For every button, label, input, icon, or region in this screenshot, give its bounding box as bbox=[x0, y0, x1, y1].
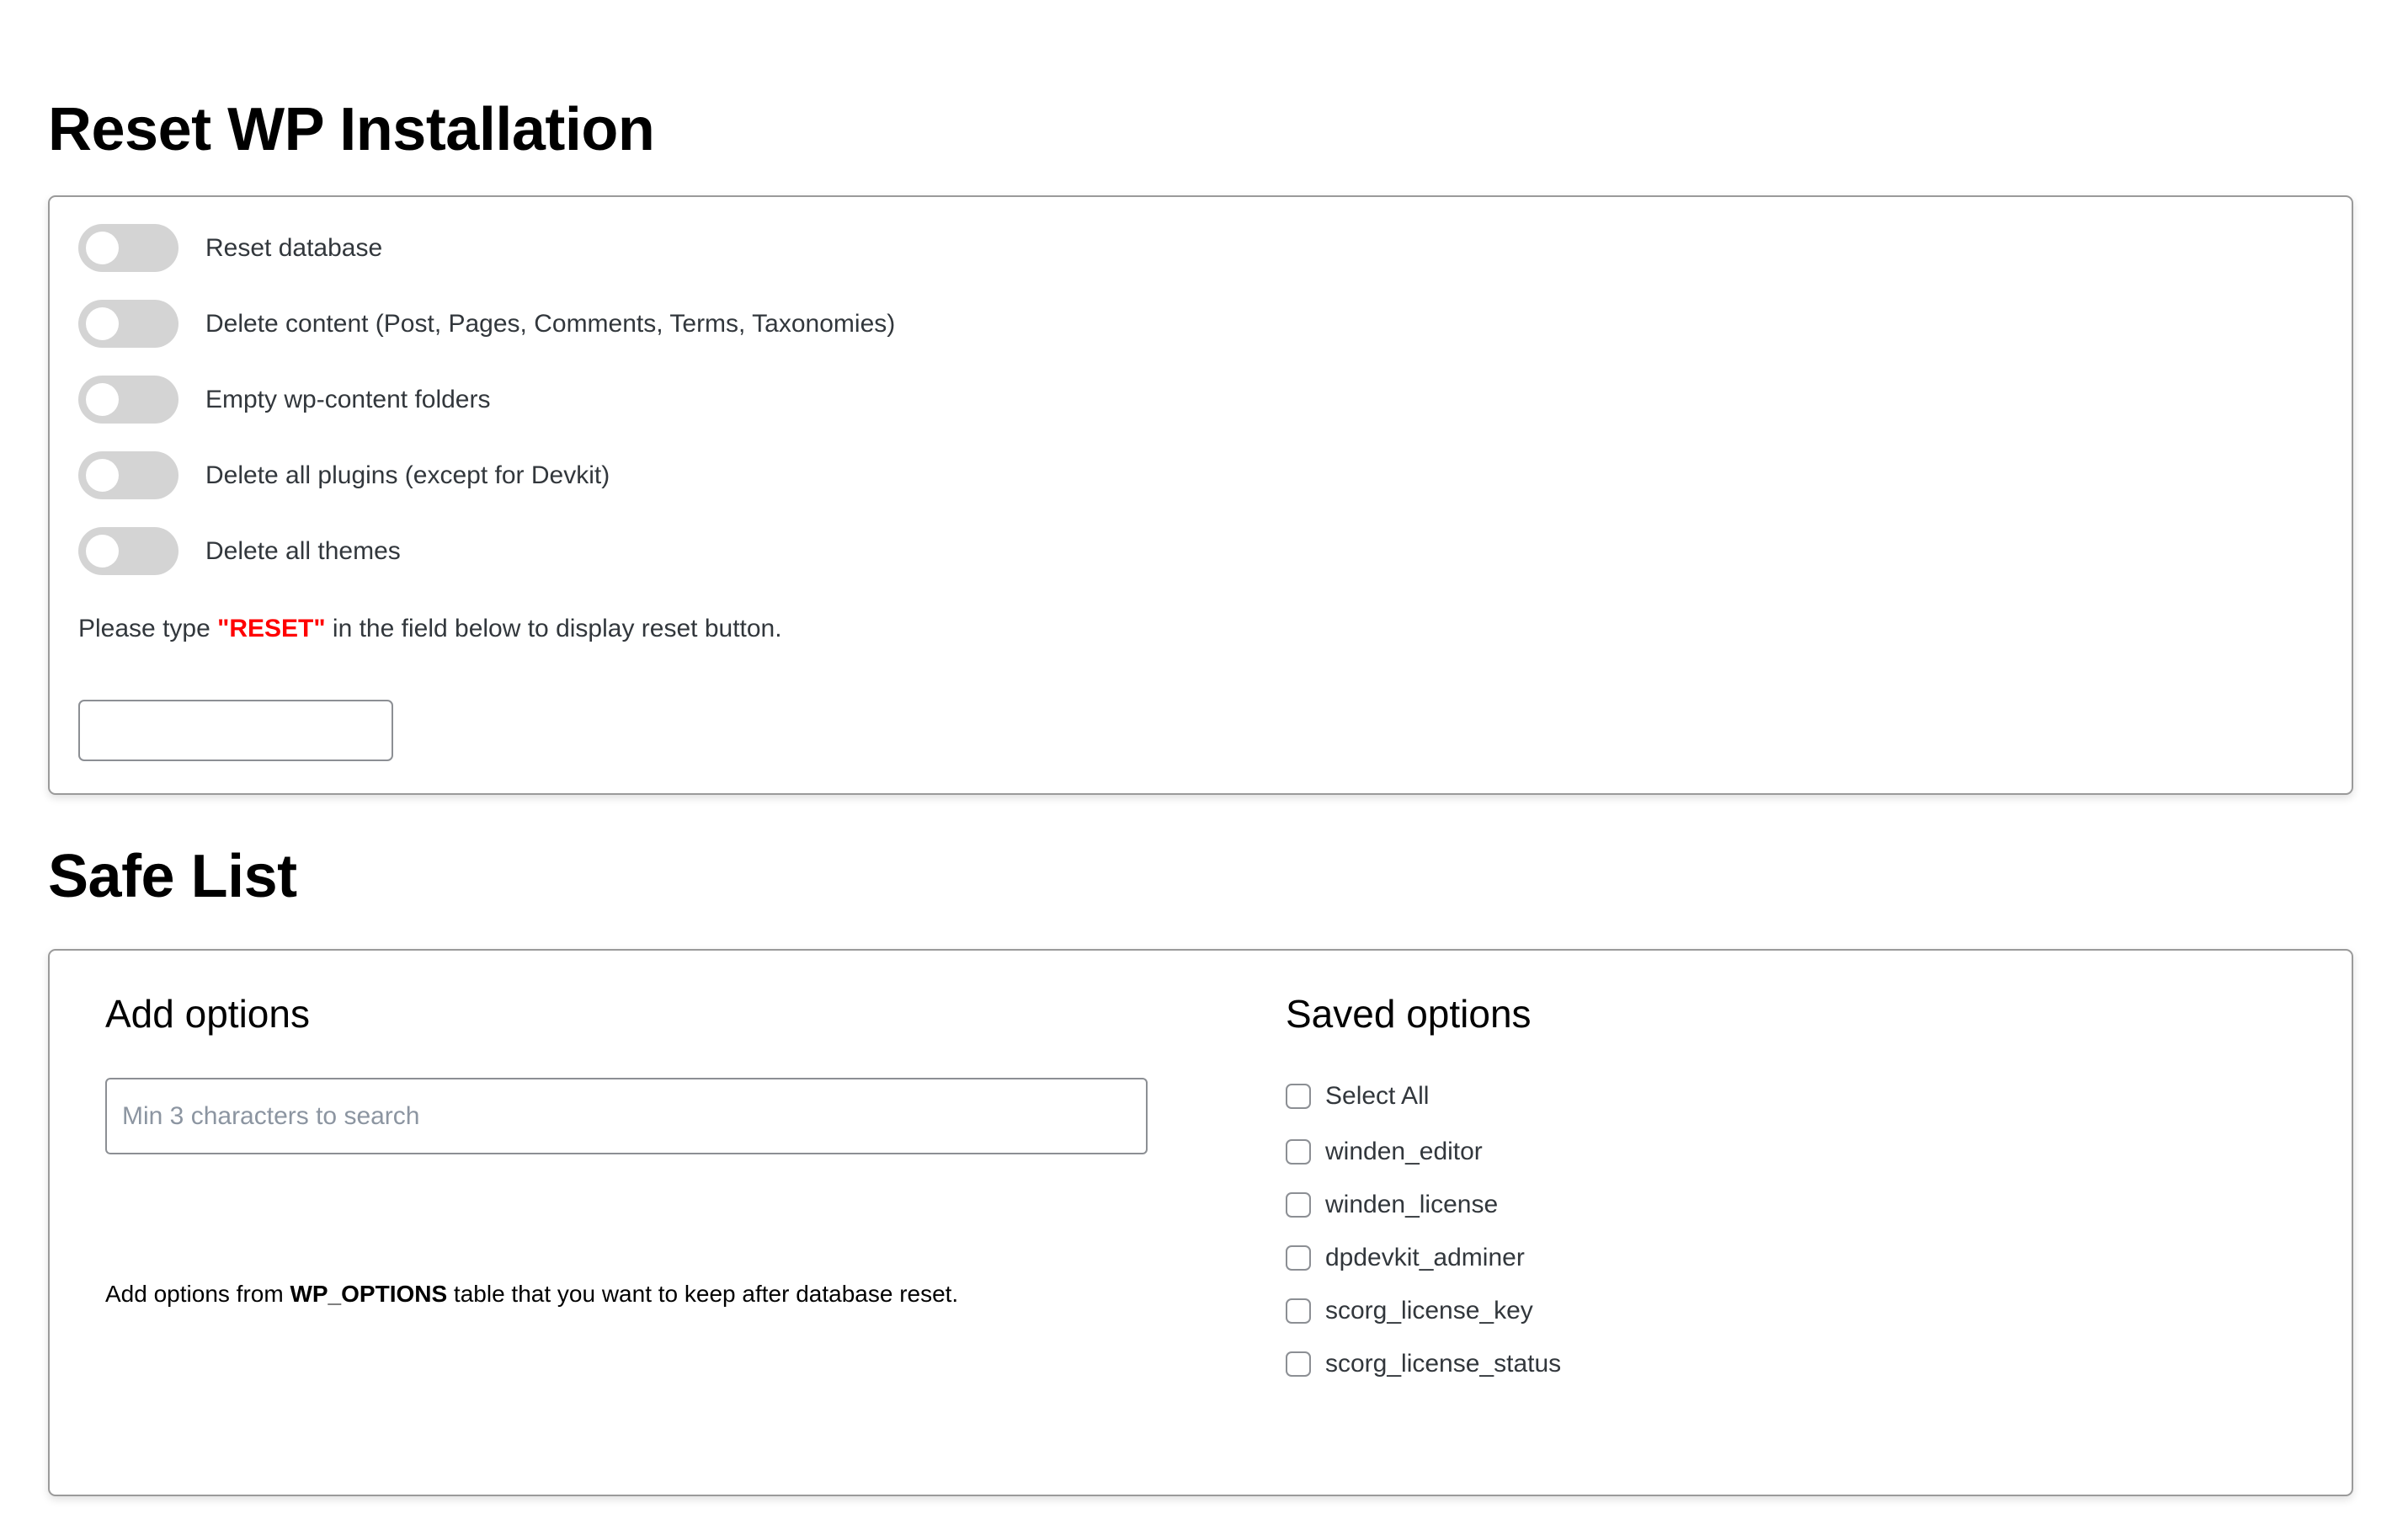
toggle-row-delete-plugins: Delete all plugins (except for Devkit) bbox=[78, 451, 610, 499]
safe-list-card: Add options Add options from WP_OPTIONS … bbox=[48, 949, 2353, 1496]
saved-option-row: dpdevkit_adminer bbox=[1286, 1244, 1525, 1272]
delete-plugins-toggle[interactable] bbox=[78, 451, 178, 499]
toggle-label: Empty wp-content folders bbox=[205, 385, 491, 413]
toggle-knob bbox=[86, 307, 119, 340]
saved-option-checkbox[interactable] bbox=[1286, 1245, 1311, 1271]
delete-themes-toggle[interactable] bbox=[78, 527, 178, 575]
reset-confirm-input[interactable] bbox=[78, 700, 393, 761]
toggle-label: Delete all plugins (except for Devkit) bbox=[205, 461, 610, 489]
add-options-heading: Add options bbox=[105, 992, 310, 1036]
saved-option-row: winden_license bbox=[1286, 1191, 1498, 1219]
select-all-checkbox[interactable] bbox=[1286, 1084, 1311, 1109]
toggle-row-empty-wp-content: Empty wp-content folders bbox=[78, 376, 490, 424]
saved-option-checkbox[interactable] bbox=[1286, 1351, 1311, 1377]
saved-options-heading: Saved options bbox=[1286, 992, 1532, 1036]
option-search-input[interactable] bbox=[105, 1078, 1148, 1154]
reset-section-title: Reset WP Installation bbox=[48, 96, 655, 163]
toggle-row-delete-themes: Delete all themes bbox=[78, 527, 401, 575]
select-all-row: Select All bbox=[1286, 1082, 1429, 1111]
safe-list-title: Safe List bbox=[48, 843, 297, 910]
saved-option-checkbox[interactable] bbox=[1286, 1192, 1311, 1218]
reset-options-card: Reset database Delete content (Post, Pag… bbox=[48, 195, 2353, 795]
instruction-prefix: Please type bbox=[78, 615, 218, 642]
help-suffix: table that you want to keep after databa… bbox=[447, 1281, 959, 1307]
saved-option-label: scorg_license_key bbox=[1325, 1297, 1533, 1324]
saved-option-row: scorg_license_status bbox=[1286, 1350, 1561, 1378]
toggle-label: Delete all themes bbox=[205, 536, 401, 565]
saved-option-row: scorg_license_key bbox=[1286, 1297, 1533, 1325]
toggle-label: Delete content (Post, Pages, Comments, T… bbox=[205, 309, 896, 338]
toggle-knob bbox=[86, 459, 119, 492]
saved-option-label: winden_editor bbox=[1325, 1138, 1483, 1165]
saved-option-label: winden_license bbox=[1325, 1191, 1499, 1218]
saved-option-checkbox[interactable] bbox=[1286, 1298, 1311, 1324]
select-all-label: Select All bbox=[1325, 1082, 1430, 1110]
toggle-knob bbox=[86, 383, 119, 416]
saved-option-label: scorg_license_status bbox=[1325, 1350, 1562, 1378]
saved-option-checkbox[interactable] bbox=[1286, 1139, 1311, 1165]
toggle-knob bbox=[86, 535, 119, 568]
toggle-row-delete-content: Delete content (Post, Pages, Comments, T… bbox=[78, 300, 895, 348]
toggle-label: Reset database bbox=[205, 233, 383, 262]
saved-option-label: dpdevkit_adminer bbox=[1325, 1244, 1525, 1271]
empty-wp-content-toggle[interactable] bbox=[78, 376, 178, 424]
toggle-knob bbox=[86, 232, 119, 264]
saved-option-row: winden_editor bbox=[1286, 1138, 1483, 1166]
help-table-name: WP_OPTIONS bbox=[290, 1281, 448, 1307]
reset-database-toggle[interactable] bbox=[78, 224, 178, 272]
instruction-suffix: in the field below to display reset butt… bbox=[325, 615, 782, 642]
help-prefix: Add options from bbox=[105, 1281, 290, 1307]
reset-instruction: Please type "RESET" in the field below t… bbox=[78, 615, 782, 643]
add-options-help: Add options from WP_OPTIONS table that y… bbox=[105, 1281, 958, 1308]
delete-content-toggle[interactable] bbox=[78, 300, 178, 348]
reset-keyword: "RESET" bbox=[217, 615, 326, 642]
toggle-row-reset-database: Reset database bbox=[78, 224, 382, 272]
